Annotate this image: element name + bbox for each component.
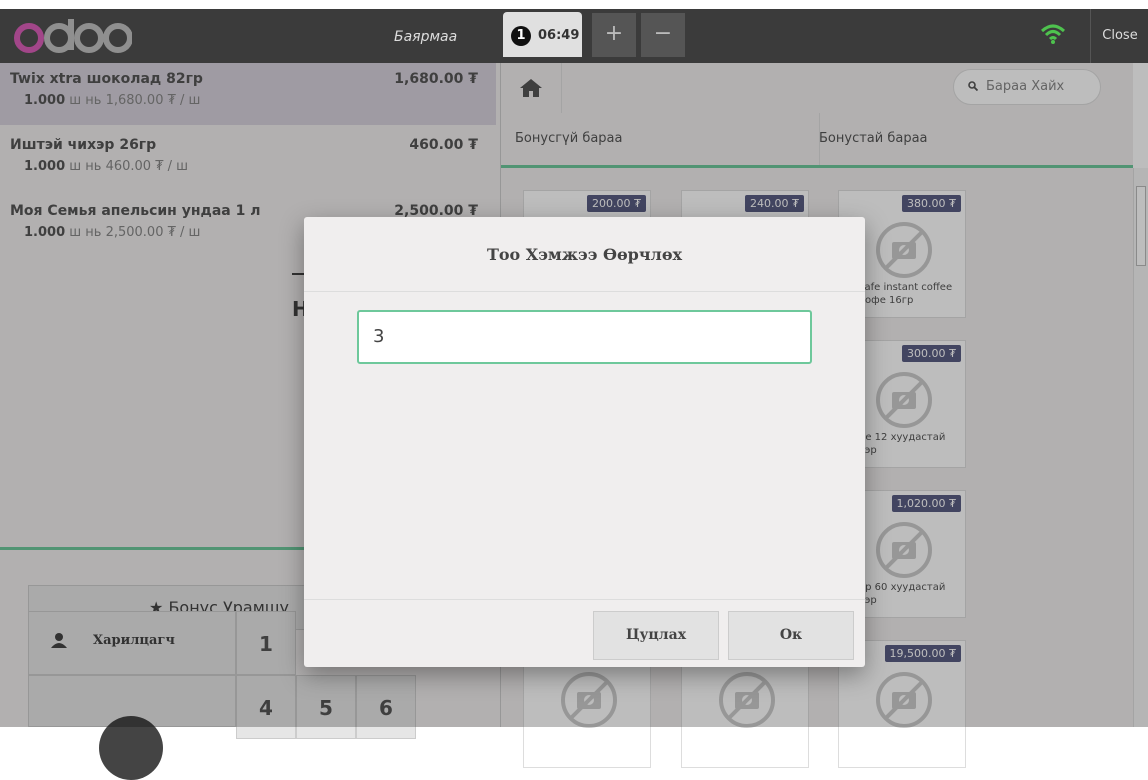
top-bar: Баярмаа 1 06:49 + − Close [0,9,1148,63]
cancel-button[interactable]: Цуцлах [593,611,719,660]
order-tab[interactable]: 1 06:49 [503,12,582,57]
add-order-button[interactable]: + [592,13,636,57]
close-button[interactable]: Close [1090,9,1148,63]
dialog-title: Тоо Хэмжээ Өөрчлөх [304,217,865,292]
dialog-footer-divider [304,599,865,600]
quantity-input[interactable]: 3 [357,310,812,364]
cashier-name[interactable]: Баярмаа [394,29,457,45]
remove-order-button[interactable]: − [641,13,685,57]
order-time: 06:49 [538,28,580,43]
odoo-logo [14,19,132,53]
wifi-icon [1040,24,1066,44]
order-number-badge: 1 [511,26,531,46]
ok-button[interactable]: Ок [728,611,854,660]
quantity-dialog: Тоо Хэмжээ Өөрчлөх 3 Цуцлах Ок [304,217,865,667]
